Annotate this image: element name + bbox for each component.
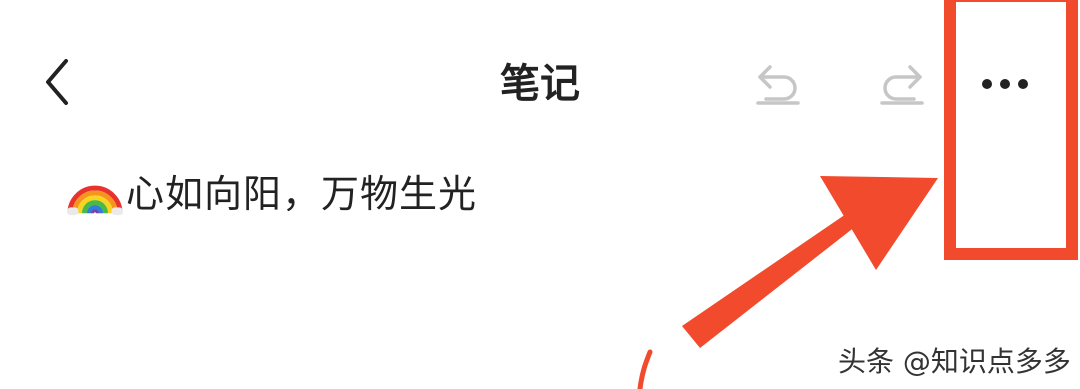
annotation-highlight-box	[944, 0, 1078, 260]
rainbow-icon	[66, 185, 124, 216]
note-content[interactable]: 心如向阳，万物生光	[66, 158, 477, 222]
undo-button[interactable]	[748, 56, 808, 112]
redo-icon	[880, 65, 924, 105]
watermark: 头条 @知识点多多	[838, 345, 1071, 378]
note-text: 心如向阳，万物生光	[126, 171, 478, 216]
undo-icon	[756, 65, 800, 105]
redo-button[interactable]	[872, 56, 932, 112]
